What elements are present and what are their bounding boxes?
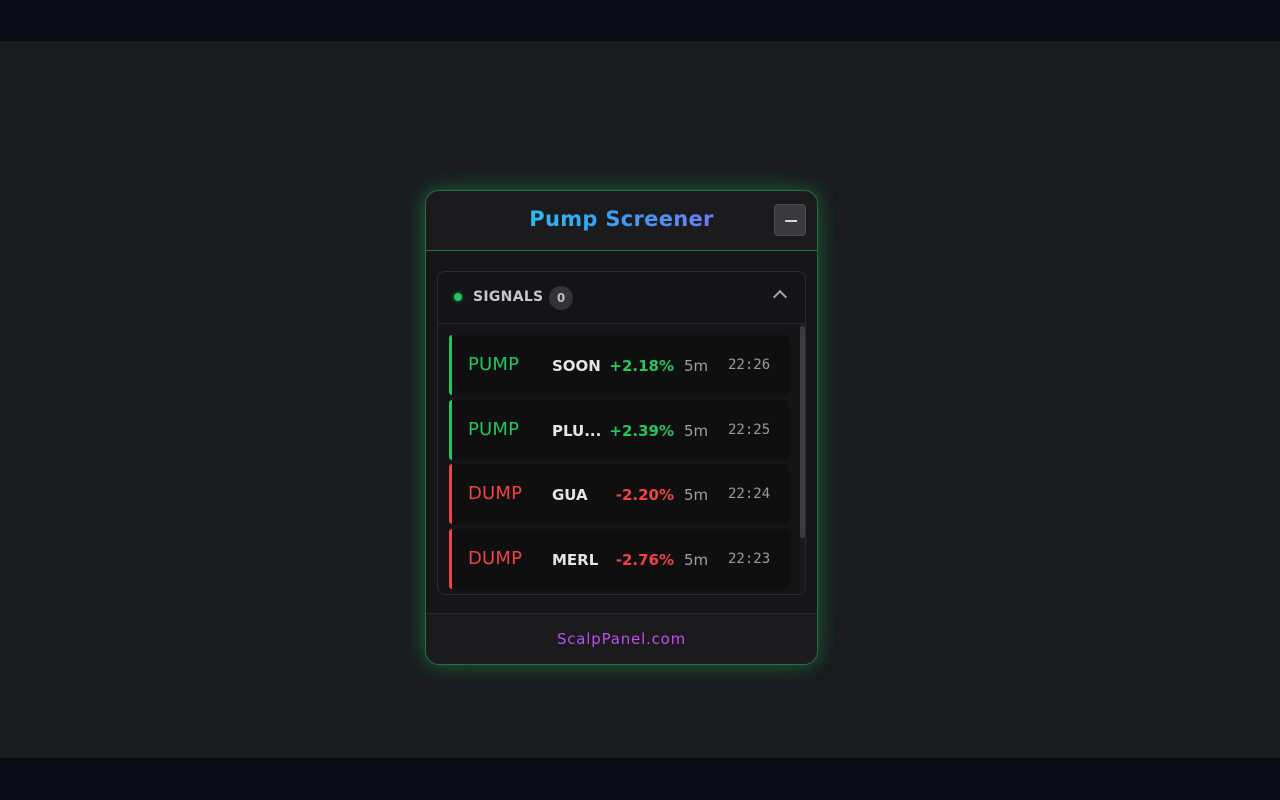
signal-symbol: SOON xyxy=(552,357,601,375)
signal-row[interactable]: PUMP PLU... +2.39% 5m 22:25 xyxy=(449,400,790,460)
signal-timeframe: 5m xyxy=(684,486,709,504)
signal-accent-bar xyxy=(449,400,452,460)
signals-header[interactable]: SIGNALS 0 xyxy=(438,272,805,324)
signal-timeframe: 5m xyxy=(684,422,709,440)
panel-header: Pump Screener xyxy=(426,191,817,251)
signal-type: PUMP xyxy=(468,419,520,440)
signal-time: 22:24 xyxy=(728,486,771,502)
signal-symbol: GUA xyxy=(552,486,588,504)
signal-change: -2.20% xyxy=(615,486,674,504)
signal-change: +2.39% xyxy=(609,422,674,440)
signal-type: DUMP xyxy=(468,483,523,504)
signal-row[interactable]: DUMP GUA -2.20% 5m 22:24 xyxy=(449,464,790,524)
signal-change: +2.18% xyxy=(609,357,674,375)
pump-screener-panel: Pump Screener SIGNALS 0 PUMP SOON +2.18%… xyxy=(425,190,818,665)
signal-list-scrollbar[interactable] xyxy=(800,324,805,594)
signal-accent-bar xyxy=(449,464,452,524)
signals-count-badge: 0 xyxy=(549,286,573,310)
chevron-up-icon[interactable] xyxy=(772,289,788,305)
signal-type: PUMP xyxy=(468,354,520,375)
signal-row[interactable]: DUMP MERL -2.76% 5m 22:23 xyxy=(449,529,790,589)
page-background: Pump Screener SIGNALS 0 PUMP SOON +2.18%… xyxy=(0,41,1280,758)
signal-timeframe: 5m xyxy=(684,357,709,375)
signal-time: 22:26 xyxy=(728,357,771,373)
signal-type: DUMP xyxy=(468,548,523,569)
status-dot-icon xyxy=(454,293,462,301)
signal-accent-bar xyxy=(449,529,452,589)
signal-timeframe: 5m xyxy=(684,551,709,569)
minimize-button[interactable] xyxy=(774,204,806,236)
signals-label: SIGNALS xyxy=(473,289,544,305)
scrollbar-thumb[interactable] xyxy=(800,326,805,538)
signal-symbol: MERL xyxy=(552,551,599,569)
footer-link[interactable]: ScalpPanel.com xyxy=(426,630,817,648)
signal-list: PUMP SOON +2.18% 5m 22:26 PUMP PLU... +2… xyxy=(438,324,805,594)
minus-icon xyxy=(785,220,797,222)
signal-symbol: PLU... xyxy=(552,422,602,440)
signals-section: SIGNALS 0 PUMP SOON +2.18% 5m 22:26 PUMP… xyxy=(437,271,806,595)
signal-accent-bar xyxy=(449,335,452,395)
panel-title: Pump Screener xyxy=(426,207,817,231)
signal-time: 22:23 xyxy=(728,551,771,567)
panel-footer: ScalpPanel.com xyxy=(426,613,817,664)
signal-time: 22:25 xyxy=(728,422,771,438)
signal-change: -2.76% xyxy=(615,551,674,569)
signal-row[interactable]: PUMP SOON +2.18% 5m 22:26 xyxy=(449,335,790,395)
